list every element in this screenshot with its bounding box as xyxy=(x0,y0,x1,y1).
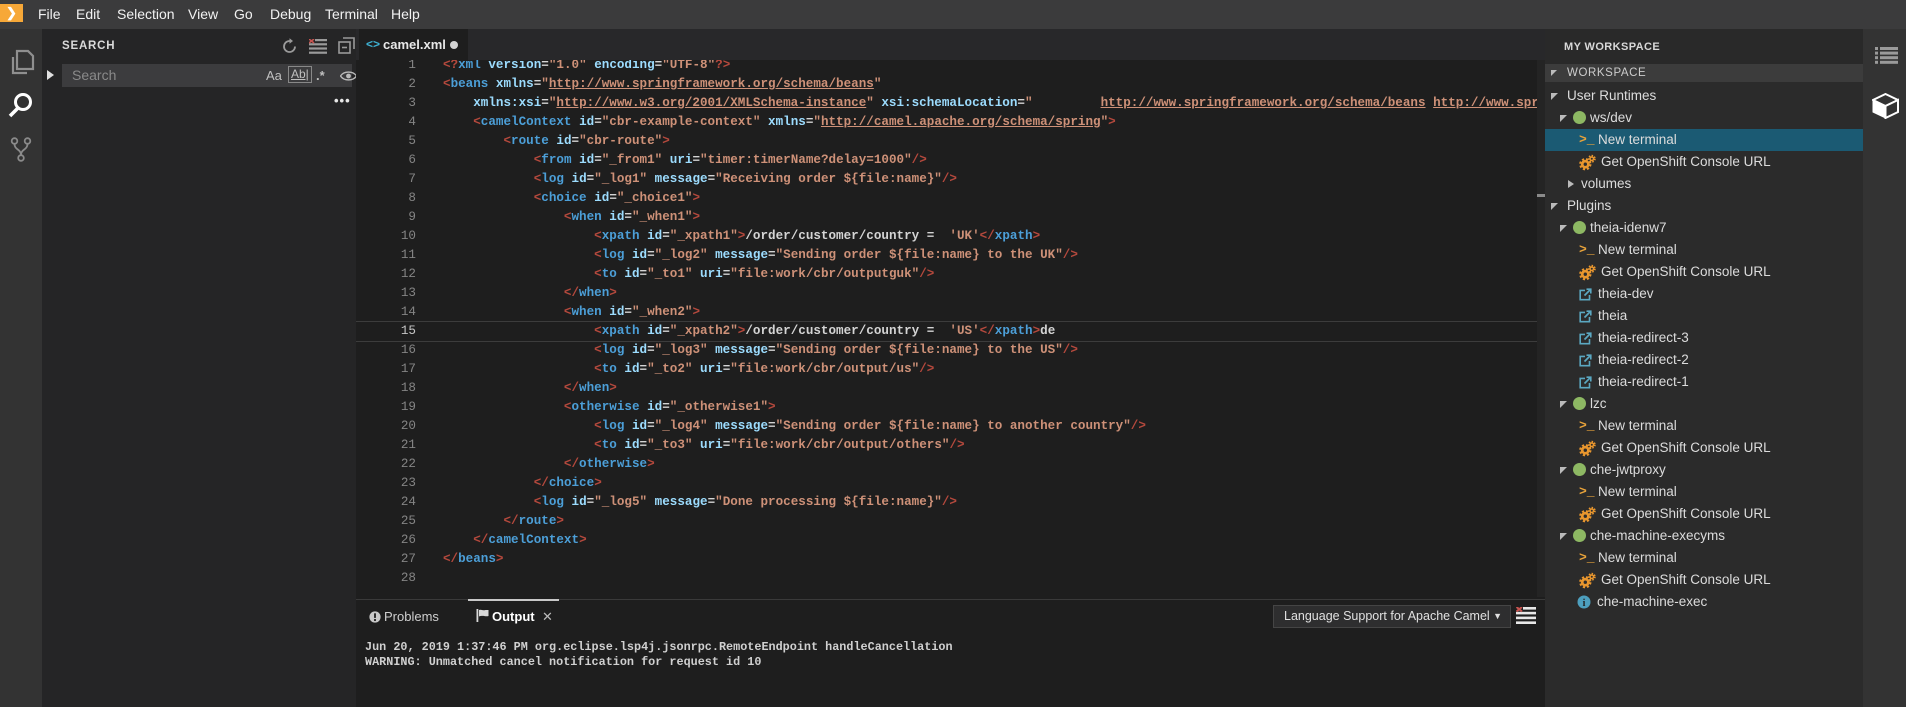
svg-text:i: i xyxy=(1583,598,1586,609)
